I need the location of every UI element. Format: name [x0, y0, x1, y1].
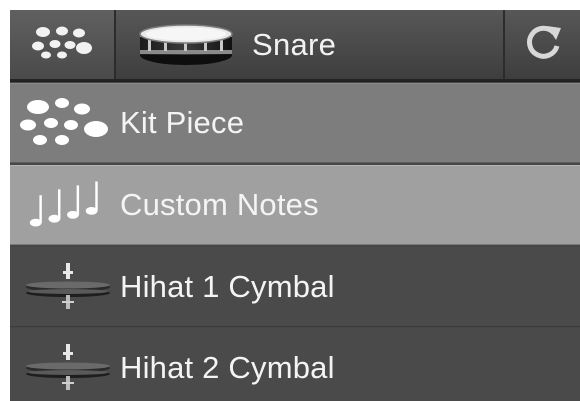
music-notes-icon	[10, 165, 120, 245]
menu-item-hihat-2-cymbal[interactable]: Hihat 2 Cymbal	[10, 328, 580, 401]
hihat-cymbal-icon	[10, 328, 120, 401]
snare-drum-icon	[138, 22, 234, 68]
refresh-button[interactable]	[503, 10, 580, 79]
menu-item-label: Custom Notes	[120, 187, 319, 222]
drum-kit-icon	[10, 83, 120, 163]
menu-item-label: Hihat 2 Cymbal	[120, 350, 335, 385]
refresh-icon	[523, 22, 563, 67]
menu-item-hihat-1-cymbal[interactable]: Hihat 1 Cymbal	[10, 247, 580, 327]
menu-item-custom-notes[interactable]: Custom Notes	[10, 165, 580, 245]
menu-item-label: Kit Piece	[120, 105, 245, 140]
kit-view-button[interactable]	[10, 10, 116, 79]
instrument-selector[interactable]: Snare	[118, 10, 503, 79]
drum-menu-panel: Snare Kit Piece Custom Notes Hihat 1 Cym…	[10, 10, 580, 401]
menu-item-kit-piece[interactable]: Kit Piece	[10, 83, 580, 163]
instrument-title: Snare	[252, 26, 337, 62]
toolbar: Snare	[10, 10, 580, 82]
drum-kit-icon	[31, 25, 93, 64]
menu-item-label: Hihat 1 Cymbal	[120, 268, 335, 304]
hihat-cymbal-icon	[10, 247, 120, 327]
